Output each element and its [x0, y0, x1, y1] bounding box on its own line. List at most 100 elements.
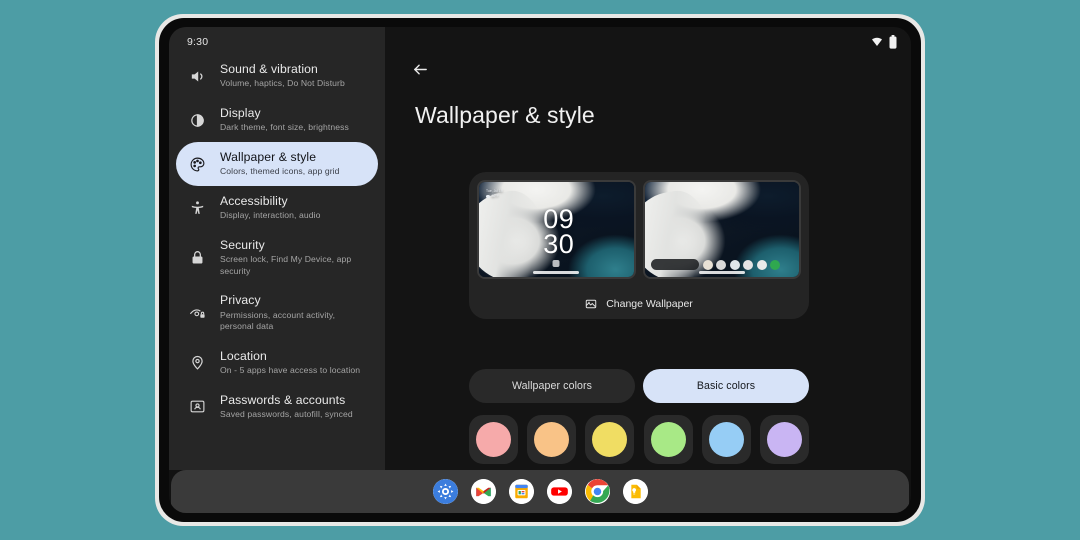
color-swatch-pink[interactable] [469, 415, 518, 464]
sidebar-item-label: Passwords & accounts [220, 392, 346, 407]
home-indicator [698, 271, 745, 274]
main-pane: Wallpaper & style Tue, Jul 19 80°F 09 30… [385, 27, 911, 470]
screenshot-stage: 9:30 Sound & vibration Volume, haptics, D… [0, 0, 1080, 540]
lock-widget-temp: 80°F [491, 194, 499, 199]
wifi-icon [871, 36, 883, 48]
tab-wallpaper-colors[interactable]: Wallpaper colors [469, 369, 635, 403]
volume-icon [188, 67, 207, 86]
lock-screen-preview[interactable]: Tue, Jul 19 80°F 09 30 [477, 180, 636, 279]
sidebar-item-text: Location On - 5 apps have access to locat… [220, 349, 360, 377]
arrow-left-icon [412, 61, 429, 83]
tab-label: Wallpaper colors [511, 380, 593, 392]
taskbar-app-chrome[interactable] [584, 479, 610, 504]
sidebar-item-label: Privacy [220, 293, 261, 308]
home-screen-preview[interactable] [642, 180, 801, 279]
preview-dock-app-1 [702, 259, 713, 270]
sidebar-item-sublabel: Dark theme, font size, brightness [220, 122, 349, 133]
sidebar-item-label: Security [220, 238, 265, 252]
location-pin-icon [188, 353, 207, 372]
color-swatch-yellow[interactable] [585, 415, 635, 464]
clock-minutes: 30 [543, 228, 575, 259]
sidebar-item-sublabel: Display, interaction, audio [220, 210, 321, 221]
taskbar-app-youtube[interactable] [546, 479, 572, 504]
wallpaper-preview-card: Tue, Jul 19 80°F 09 30 Change Wallpaper [469, 172, 809, 319]
sidebar-item-display[interactable]: Display Dark theme, font size, brightness [176, 98, 378, 142]
color-source-tabs: Wallpaper colors Basic colors [469, 369, 809, 403]
lock-screen-widget: Tue, Jul 19 80°F [486, 189, 503, 199]
taskbar-app-settings[interactable] [432, 479, 458, 504]
image-icon [585, 298, 597, 310]
sidebar-status-time: 9:30 [187, 36, 209, 48]
sidebar-item-label: Wallpaper & style [220, 150, 317, 165]
preview-dock-app-3 [729, 259, 740, 270]
tablet-device-frame: 9:30 Sound & vibration Volume, haptics, D… [155, 14, 925, 526]
change-wallpaper-button[interactable]: Change Wallpaper [469, 298, 809, 310]
screen-body: 9:30 Sound & vibration Volume, haptics, D… [169, 27, 911, 470]
sidebar-item-sublabel: Screen lock, Find My Device, app securit… [220, 254, 352, 276]
color-swatch-purple[interactable] [759, 415, 809, 464]
color-swatch-dot [534, 422, 570, 457]
preview-dock-app-5 [756, 259, 767, 270]
taskbar-app-slides[interactable] [508, 479, 534, 504]
palette-icon [188, 155, 207, 174]
lock-screen-clock: 09 30 [543, 205, 575, 259]
preview-dock-app-2 [716, 259, 726, 270]
sidebar-item-privacy[interactable]: Privacy Permissions, account activity, pe… [176, 285, 378, 340]
sidebar-item-sound-vibration[interactable]: Sound & vibration Volume, haptics, Do Not… [176, 54, 378, 98]
sidebar-item-sublabel: On - 5 apps have access to location [220, 365, 361, 376]
status-bar-icons [871, 35, 897, 49]
lock-icon [188, 248, 207, 267]
battery-icon [889, 35, 897, 49]
taskbar-app-gmail[interactable] [470, 479, 496, 504]
settings-sidebar: 9:30 Sound & vibration Volume, haptics, D… [169, 27, 385, 470]
home-indicator [533, 271, 580, 274]
sidebar-item-label: Display [220, 106, 261, 121]
color-swatch-row [469, 415, 809, 464]
back-button[interactable] [407, 59, 433, 85]
lock-unlock-icon [552, 260, 560, 267]
color-swatch-blue[interactable] [701, 415, 751, 464]
color-swatch-dot [708, 422, 744, 457]
preview-search-pill [650, 259, 699, 270]
sidebar-item-sublabel: Colors, themed icons, app grid [220, 166, 340, 177]
color-swatch-dot [650, 422, 686, 457]
privacy-eye-icon [188, 304, 207, 323]
sidebar-item-text: Passwords & accounts Saved passwords, aut… [220, 393, 353, 421]
sidebar-item-wallpaper-style[interactable]: Wallpaper & style Colors, themed icons, a… [176, 142, 378, 186]
sidebar-item-location[interactable]: Location On - 5 apps have access to locat… [176, 341, 378, 385]
color-swatch-dot [766, 422, 802, 457]
tablet-screen: 9:30 Sound & vibration Volume, haptics, D… [169, 27, 911, 513]
system-taskbar [171, 470, 909, 513]
preview-dock-app-4 [743, 259, 753, 270]
tab-basic-colors[interactable]: Basic colors [643, 369, 809, 403]
sidebar-item-list: Sound & vibration Volume, haptics, Do Not… [169, 52, 385, 470]
sidebar-item-text: Display Dark theme, font size, brightness [220, 106, 349, 134]
weather-dot-icon [486, 194, 490, 199]
sidebar-item-accessibility[interactable]: Accessibility Display, interaction, audio [176, 186, 378, 230]
sidebar-item-text: Wallpaper & style Colors, themed icons, a… [220, 150, 340, 178]
sidebar-item-passwords-accounts[interactable]: Passwords & accounts Saved passwords, aut… [176, 385, 378, 429]
color-swatch-green[interactable] [643, 415, 693, 464]
sidebar-item-text: Sound & vibration Volume, haptics, Do Not… [220, 62, 345, 90]
page-title: Wallpaper & style [415, 102, 595, 128]
accessibility-icon [188, 199, 207, 218]
passwords-icon [188, 397, 207, 416]
color-swatch-dot [476, 422, 511, 457]
brightness-icon [188, 111, 207, 130]
sidebar-item-label: Accessibility [220, 194, 288, 209]
sidebar-item-sublabel: Volume, haptics, Do Not Disturb [220, 78, 345, 89]
device-bezel: 9:30 Sound & vibration Volume, haptics, D… [159, 18, 921, 522]
sidebar-item-sublabel: Permissions, account activity, personal … [220, 309, 336, 332]
color-swatch-dot [592, 422, 628, 457]
taskbar-app-keep[interactable] [622, 479, 648, 504]
sidebar-item-label: Sound & vibration [220, 62, 318, 77]
sidebar-item-sublabel: Saved passwords, autofill, synced [220, 409, 353, 420]
color-swatch-orange[interactable] [527, 415, 577, 464]
tab-label: Basic colors [696, 380, 756, 392]
sidebar-item-text: Privacy Permissions, account activity, pe… [220, 293, 364, 332]
preview-thumbnails: Tue, Jul 19 80°F 09 30 [469, 172, 809, 279]
sidebar-item-label: Location [220, 348, 267, 363]
preview-dock [650, 259, 794, 270]
sidebar-item-security[interactable]: Security Screen lock, Find My Device, app… [176, 230, 378, 285]
wallpaper-style-content: Tue, Jul 19 80°F 09 30 Change Wallpaper … [385, 147, 911, 470]
